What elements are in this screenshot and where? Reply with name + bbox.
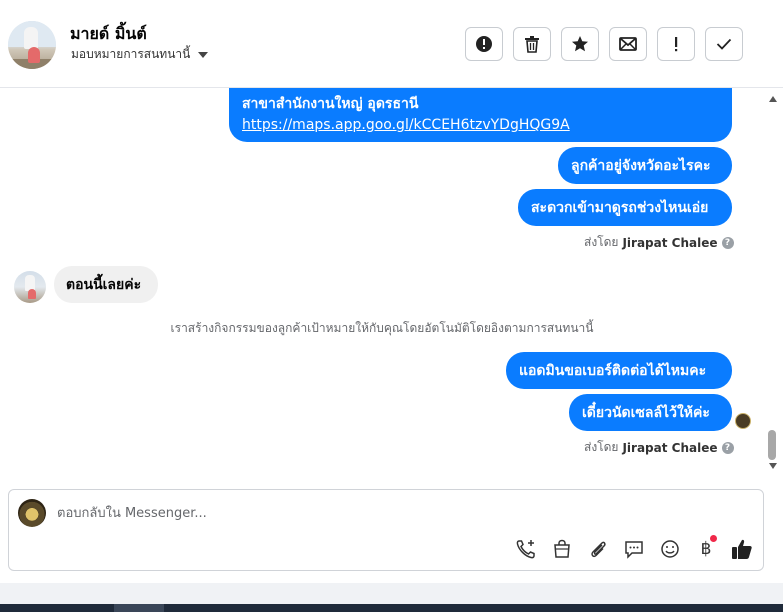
exclamation-icon bbox=[675, 37, 678, 52]
message-text: สาขาสำนักงานใหญ่ อุดรธานี bbox=[242, 96, 419, 112]
check-icon bbox=[716, 38, 732, 50]
sent-by-label: ส่งโดย Jirapat Chalee ? bbox=[584, 233, 734, 252]
saved-replies-button[interactable] bbox=[623, 538, 645, 560]
notification-badge bbox=[710, 535, 717, 542]
assign-label: มอบหมายการสนทนานี้ bbox=[71, 47, 191, 61]
reply-input[interactable] bbox=[57, 502, 737, 524]
star-icon bbox=[572, 36, 588, 52]
attach-button[interactable] bbox=[587, 538, 609, 560]
help-icon[interactable]: ? bbox=[721, 441, 734, 454]
envelope-icon bbox=[619, 37, 637, 51]
help-icon[interactable]: ? bbox=[721, 236, 734, 249]
message-bubble-outgoing: สะดวกเข้ามาดูรถช่วงไหนเอ่ย bbox=[518, 189, 732, 226]
sent-by-prefix: ส่งโดย bbox=[584, 235, 619, 249]
message-text: ลูกค้าอยู่จังหวัดอะไรคะ bbox=[571, 158, 711, 174]
message-bubble-outgoing: สาขาสำนักงานใหญ่ อุดรธานี https://maps.a… bbox=[229, 88, 732, 142]
paperclip-icon bbox=[591, 541, 606, 558]
emoji-button[interactable] bbox=[659, 538, 681, 560]
reply-composer: ฿ bbox=[8, 489, 764, 571]
done-button[interactable] bbox=[705, 27, 743, 61]
conversation-header: มายด์ มิ้นต์ มอบหมายการสนทนานี้ bbox=[0, 0, 783, 88]
message-bubble-incoming: ตอนนี้เลยค่ะ bbox=[54, 266, 158, 303]
page-avatar bbox=[18, 499, 46, 527]
contact-name[interactable]: มายด์ มิ้นต์ bbox=[70, 22, 147, 47]
shopping-bag-icon bbox=[554, 539, 570, 558]
call-add-button[interactable] bbox=[515, 538, 537, 560]
map-link[interactable]: https://maps.app.goo.gl/kCCEH6tzvYDgHQG9… bbox=[242, 117, 570, 133]
sender-name: Jirapat Chalee bbox=[622, 440, 718, 455]
message-text: แอดมินขอเบอร์ติดต่อได้ไหมคะ bbox=[519, 363, 707, 379]
contact-avatar-small[interactable] bbox=[14, 271, 46, 303]
message-text: ตอนนี้เลยค่ะ bbox=[66, 277, 142, 293]
thumbs-up-icon bbox=[732, 539, 752, 559]
baht-icon: ฿ bbox=[700, 539, 712, 559]
sent-by-prefix: ส่งโดย bbox=[584, 440, 619, 454]
sender-name: Jirapat Chalee bbox=[622, 235, 718, 250]
trash-icon bbox=[525, 36, 539, 53]
message-scrollbar[interactable] bbox=[764, 88, 783, 472]
payment-button[interactable]: ฿ bbox=[695, 535, 717, 560]
follow-up-button[interactable] bbox=[657, 27, 695, 61]
chat-bubble-icon bbox=[625, 541, 643, 559]
sent-by-label: ส่งโดย Jirapat Chalee ? bbox=[584, 438, 734, 457]
emoji-icon bbox=[661, 540, 679, 558]
message-thread: สาขาสำนักงานใหญ่ อุดรธานี https://maps.a… bbox=[0, 88, 764, 472]
like-button[interactable] bbox=[731, 538, 753, 560]
star-button[interactable] bbox=[561, 27, 599, 61]
system-note: เราสร้างกิจกรรมของลูกค้าเป้าหมายให้กับคุ… bbox=[170, 321, 594, 335]
caret-down-icon bbox=[198, 51, 209, 58]
scroll-up-icon[interactable] bbox=[769, 96, 777, 102]
message-text: เดี๋ยวนัดเซลล์ไว้ให้ค่ะ bbox=[582, 405, 710, 421]
message-bubble-outgoing: เดี๋ยวนัดเซลล์ไว้ให้ค่ะ bbox=[569, 394, 732, 431]
call-add-icon bbox=[516, 540, 535, 559]
alert-button[interactable] bbox=[465, 27, 503, 61]
alert-circle-icon bbox=[476, 36, 492, 52]
delete-button[interactable] bbox=[513, 27, 551, 61]
assign-conversation-dropdown[interactable]: มอบหมายการสนทนานี้ bbox=[71, 45, 209, 64]
shop-button[interactable] bbox=[551, 538, 573, 560]
mark-unread-button[interactable] bbox=[609, 27, 647, 61]
page-footer-strip bbox=[0, 583, 783, 604]
message-bubble-outgoing: ลูกค้าอยู่จังหวัดอะไรคะ bbox=[558, 147, 732, 184]
message-bubble-outgoing: แอดมินขอเบอร์ติดต่อได้ไหมคะ bbox=[506, 352, 732, 389]
scroll-down-icon[interactable] bbox=[769, 463, 777, 469]
os-taskbar bbox=[0, 604, 783, 612]
seen-indicator-icon bbox=[735, 413, 751, 429]
scrollbar-thumb[interactable] bbox=[768, 430, 776, 460]
message-text: สะดวกเข้ามาดูรถช่วงไหนเอ่ย bbox=[531, 200, 709, 216]
contact-avatar[interactable] bbox=[8, 21, 56, 69]
